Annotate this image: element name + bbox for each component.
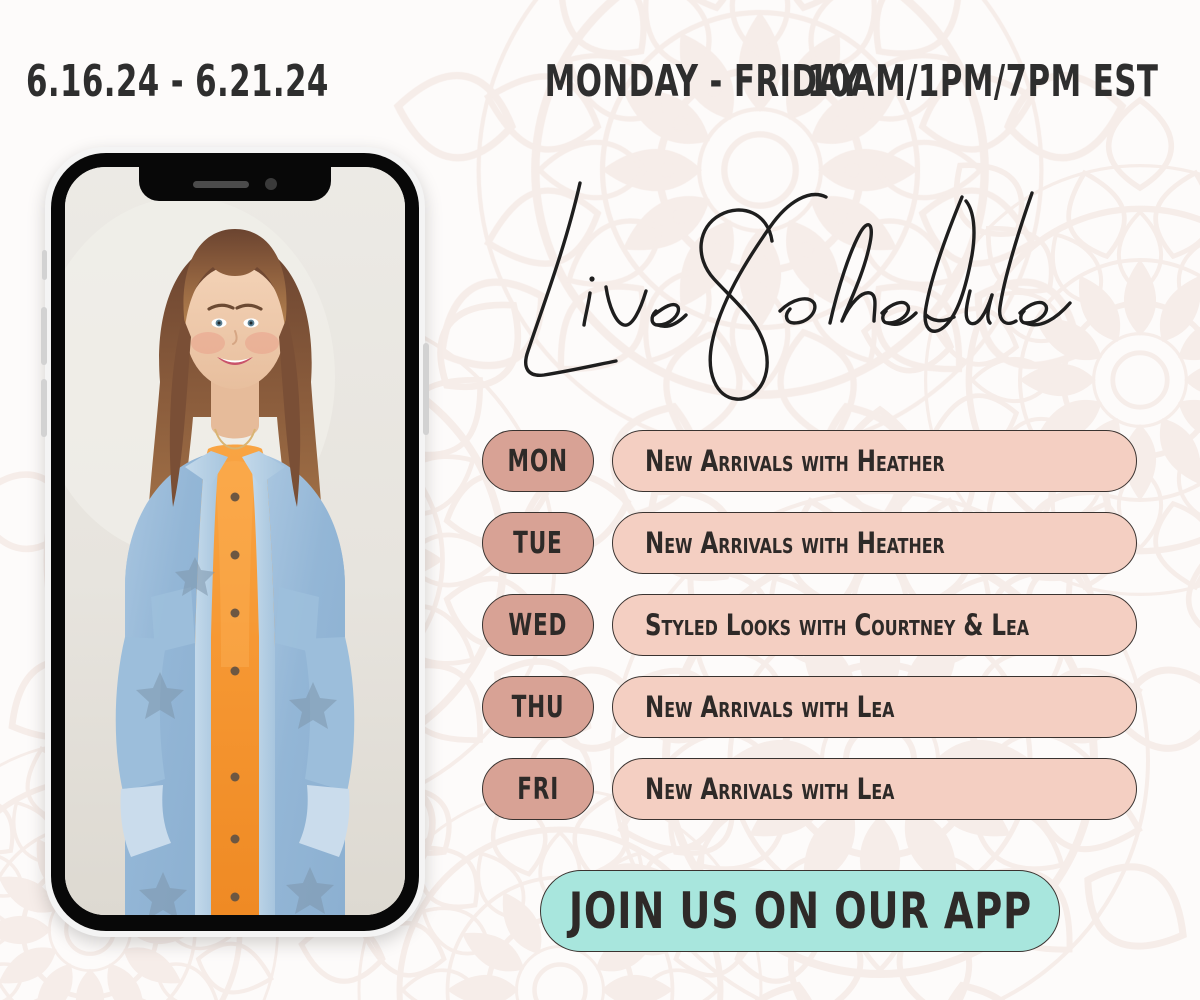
phone-screen (65, 167, 405, 915)
schedule-row-wed: WED Styled Looks with Courtney & Lea (482, 594, 1137, 656)
join-app-button[interactable]: JOIN US ON OUR APP (540, 870, 1060, 952)
show-pill-fri[interactable]: New Arrivals with Lea (612, 758, 1137, 820)
schedule-row-fri: FRI New Arrivals with Lea (482, 758, 1137, 820)
broadcast-times-label: 10AM/1PM/7PM EST (806, 56, 1158, 107)
show-pill-tue[interactable]: New Arrivals with Heather (612, 512, 1137, 574)
power-button-icon[interactable] (423, 343, 429, 435)
show-label: New Arrivals with Lea (645, 690, 895, 724)
silence-switch-icon[interactable] (42, 250, 47, 280)
join-app-label: JOIN US ON OUR APP (568, 882, 1032, 940)
day-pill-thu[interactable]: THU (482, 676, 594, 738)
phone-notch (139, 167, 331, 201)
live-schedule-script-lettering (524, 181, 1072, 401)
show-label: New Arrivals with Heather (645, 526, 945, 560)
day-label: WED (508, 607, 568, 643)
day-pill-fri[interactable]: FRI (482, 758, 594, 820)
show-label: New Arrivals with Lea (645, 772, 895, 806)
day-label: THU (511, 689, 565, 725)
day-label: TUE (513, 525, 563, 561)
volume-down-button-icon[interactable] (41, 379, 47, 437)
schedule-row-tue: TUE New Arrivals with Heather (482, 512, 1137, 574)
date-range-label: 6.16.24 - 6.21.24 (26, 56, 329, 107)
schedule-list: MON New Arrivals with Heather TUE New Ar… (482, 430, 1137, 840)
speaker-bar-icon (193, 180, 249, 188)
model-photo (65, 167, 405, 915)
poster-canvas: 6.16.24 - 6.21.24 MONDAY - FRIDAY 10AM/1… (0, 0, 1200, 1000)
front-camera-icon (265, 178, 277, 190)
page-title (470, 175, 1090, 410)
day-label: MON (507, 443, 569, 479)
show-pill-thu[interactable]: New Arrivals with Lea (612, 676, 1137, 738)
day-pill-tue[interactable]: TUE (482, 512, 594, 574)
show-label: New Arrivals with Heather (645, 444, 945, 478)
day-label: FRI (517, 771, 559, 807)
day-pill-mon[interactable]: MON (482, 430, 594, 492)
phone-mockup (41, 147, 429, 937)
show-label: Styled Looks with Courtney & Lea (645, 608, 1030, 642)
day-pill-wed[interactable]: WED (482, 594, 594, 656)
schedule-row-mon: MON New Arrivals with Heather (482, 430, 1137, 492)
volume-up-button-icon[interactable] (41, 307, 47, 365)
schedule-row-thu: THU New Arrivals with Lea (482, 676, 1137, 738)
show-pill-wed[interactable]: Styled Looks with Courtney & Lea (612, 594, 1137, 656)
show-pill-mon[interactable]: New Arrivals with Heather (612, 430, 1137, 492)
